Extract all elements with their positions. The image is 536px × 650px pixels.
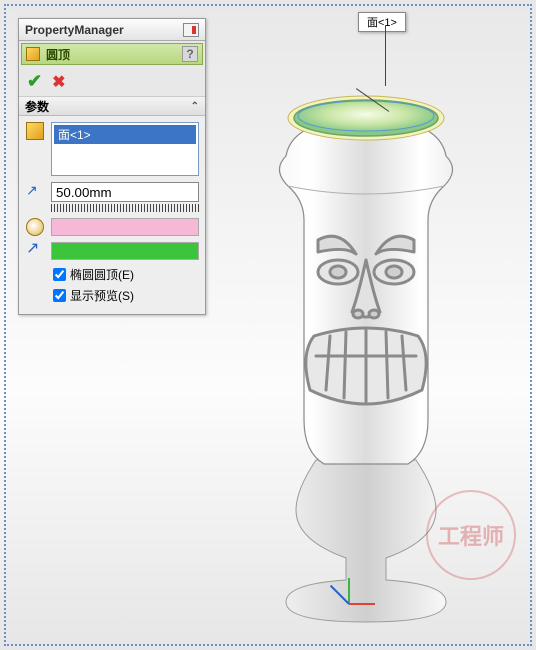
help-button[interactable]: ? xyxy=(182,46,198,62)
cancel-button[interactable]: ✖ xyxy=(52,72,65,92)
distance-input[interactable] xyxy=(51,182,199,202)
feature-title: 圆顶 xyxy=(46,46,70,63)
axis-y-icon xyxy=(348,578,350,604)
face-selection-list[interactable]: 面<1> xyxy=(51,122,199,176)
callout-leader xyxy=(385,26,386,86)
distance-ruler xyxy=(51,204,199,212)
direction-swatch[interactable] xyxy=(51,242,199,260)
property-manager-panel: PropertyManager 圆顶 ? ✔ ✖ 参数 ⌃ 面<1> xyxy=(18,18,206,315)
model-view[interactable] xyxy=(226,60,506,630)
color-from-swatch[interactable] xyxy=(51,218,199,236)
pin-icon[interactable] xyxy=(183,23,199,37)
panel-title-bar: PropertyManager xyxy=(19,19,205,41)
panel-title: PropertyManager xyxy=(25,23,124,37)
color-from-icon xyxy=(26,218,44,236)
show-preview-checkbox[interactable] xyxy=(53,289,66,302)
distance-icon xyxy=(26,182,44,200)
parameters-label: 参数 xyxy=(25,98,49,115)
show-preview-option[interactable]: 显示预览(S) xyxy=(53,287,199,304)
view-triad xyxy=(334,574,364,604)
axis-x-icon xyxy=(349,603,375,605)
face-selection-item[interactable]: 面<1> xyxy=(54,125,196,144)
parameters-header[interactable]: 参数 ⌃ xyxy=(19,96,205,116)
direction-icon: ↗ xyxy=(26,242,44,260)
dome-feature-icon xyxy=(26,47,40,61)
elliptical-dome-option[interactable]: 椭圆圆顶(E) xyxy=(53,266,199,283)
show-preview-label: 显示预览(S) xyxy=(70,287,134,304)
confirm-bar: ✔ ✖ xyxy=(19,67,205,96)
ok-button[interactable]: ✔ xyxy=(27,71,42,92)
elliptical-dome-checkbox[interactable] xyxy=(53,268,66,281)
collapse-icon[interactable]: ⌃ xyxy=(191,101,199,112)
callout-label: 面<1> xyxy=(367,17,397,29)
elliptical-dome-label: 椭圆圆顶(E) xyxy=(70,266,134,283)
selection-callout[interactable]: 面<1> xyxy=(358,12,406,32)
feature-title-bar: 圆顶 ? xyxy=(21,43,203,65)
face-select-icon xyxy=(26,122,44,140)
parameters-body: 面<1> ↗ 椭圆圆顶(E) 显示预览(S) xyxy=(19,116,205,314)
